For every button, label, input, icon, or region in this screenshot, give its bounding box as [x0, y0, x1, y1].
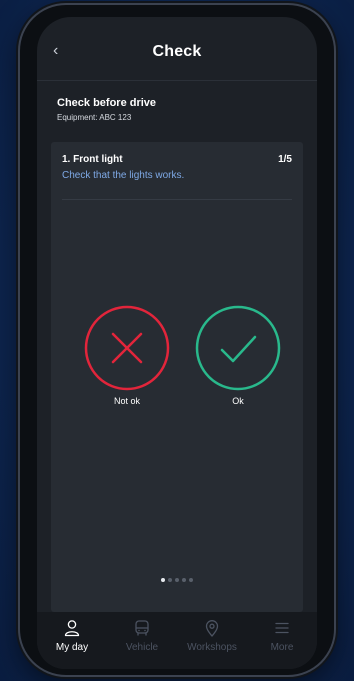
pager-dot	[182, 578, 186, 582]
checkmark-icon	[195, 305, 281, 391]
pager-dot	[189, 578, 193, 582]
question-card: 1. Front light 1/5 Check that the lights…	[51, 142, 303, 612]
equipment-label: Equipment: ABC 123	[57, 113, 132, 122]
ok-label: Ok	[232, 396, 244, 406]
bottom-nav: My day Vehicle Workshops More	[37, 612, 317, 669]
check-title: Check before drive	[57, 97, 157, 109]
nav-label: Workshops	[187, 642, 237, 653]
nav-label: More	[270, 642, 294, 653]
menu-icon	[275, 622, 289, 634]
bus-icon	[135, 620, 149, 636]
divider	[62, 199, 292, 200]
nav-item-my-day[interactable]: My day	[44, 612, 100, 653]
top-bar: ‹ Check	[37, 17, 317, 81]
pager-dot	[175, 578, 179, 582]
not-ok-button[interactable]: Not ok	[82, 305, 172, 406]
ok-button[interactable]: Ok	[193, 305, 283, 406]
close-x-icon	[84, 305, 170, 391]
person-icon	[64, 620, 80, 637]
question-description: Check that the lights works.	[62, 170, 185, 181]
app-screen: ‹ Check Check before drive Equipment: AB…	[37, 17, 317, 669]
check-intro: Check before drive Equipment: ABC 123	[57, 97, 156, 122]
question-title: 1. Front light	[62, 154, 123, 165]
pager-dots	[51, 578, 303, 582]
page-title: Check	[152, 43, 202, 60]
nav-item-more[interactable]: More	[254, 612, 310, 653]
nav-label: My day	[55, 642, 89, 653]
location-pin-icon	[205, 620, 219, 637]
question-counter: 1/5	[278, 154, 292, 165]
nav-item-vehicle[interactable]: Vehicle	[114, 612, 170, 653]
pager-dot	[161, 578, 165, 582]
nav-item-workshops[interactable]: Workshops	[184, 612, 240, 653]
pager-dot	[168, 578, 172, 582]
not-ok-label: Not ok	[113, 396, 140, 406]
nav-label: Vehicle	[125, 642, 159, 653]
